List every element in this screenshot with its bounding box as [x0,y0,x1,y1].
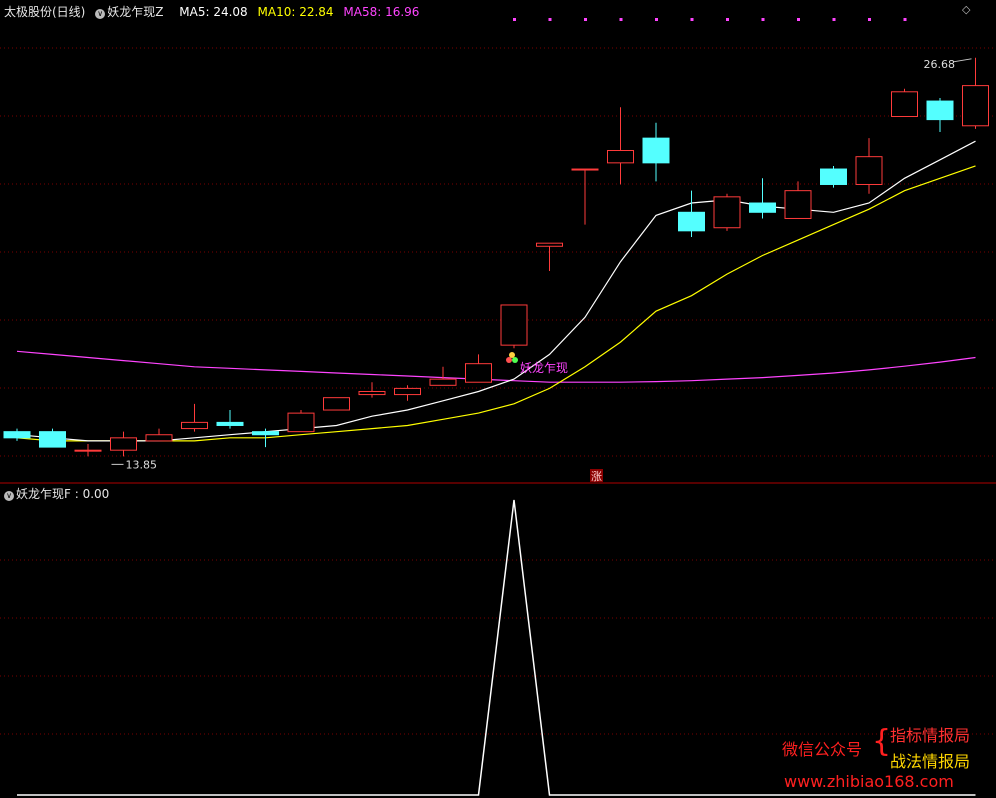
candle-body [678,211,705,232]
main-header: 太极股份(日线) ∨ 妖龙乍现Z MA5: 24.08 MA10: 22.84 M… [4,3,425,20]
high-arrow [953,58,972,63]
candle-body [500,304,528,346]
watermark-line1: 指标情报局 [890,726,971,745]
main-grid [0,47,996,457]
low-label: 13.85 [126,458,158,471]
ma58-line [16,350,976,383]
ma5-series [16,140,976,442]
watermark-left: 微信公众号 [782,740,863,759]
stock-title: 太极股份(日线) [4,5,86,19]
candle-body [39,431,66,448]
candle-body [962,85,989,127]
chevron-icon[interactable]: ∨ [4,491,14,501]
signal-dot [509,352,515,358]
watermark: 微信公众号 { 指标情报局 战法情报局 www.zhibiao168.com [782,720,992,796]
annotations: 26.68 13.85 妖龙乍现涨 [111,58,972,483]
candle-body [642,137,670,164]
candle-body [891,91,918,118]
ma10-line [16,165,976,442]
chart-canvas[interactable]: 26.68 13.85 妖龙乍现涨 [0,0,996,798]
candle-body [287,412,315,433]
candle-body [3,431,31,439]
watermark-line2: 战法情报局 [890,752,971,771]
top-dots [513,18,907,21]
candlestick-series [3,57,989,457]
candle-body [216,421,244,426]
top-dot [726,18,729,21]
top-dot [513,18,516,21]
signal-label: 妖龙乍现 [520,360,568,375]
candle-body [713,196,741,229]
signal-dot [512,357,518,363]
candle-body [74,449,102,452]
top-dot [903,18,907,21]
candle-body [465,363,492,383]
high-label: 26.68 [924,58,956,71]
candle-body [855,156,883,185]
candle-body [358,390,386,396]
top-dot [868,18,871,21]
top-dot [690,18,694,21]
watermark-brace: { [872,724,892,759]
top-dot [619,18,623,21]
sub-header: ∨ 妖龙乍现F : 0.00 [4,485,115,502]
top-dot [797,18,800,21]
top-dot [655,18,658,21]
sub-indicator-title: 妖龙乍现F : 0.00 [16,487,110,501]
top-dot [832,18,836,21]
ma5-line [16,140,976,442]
candle-body [820,168,847,185]
watermark-url: www.zhibiao168.com [784,772,954,791]
chevron-icon[interactable]: ∨ [95,9,106,19]
candle-body [784,190,812,219]
ma10-value: MA10: 22.84 [257,5,334,19]
candle-body [252,431,279,436]
ma58-series [16,350,976,383]
candle-body [429,378,457,386]
candle-body [110,437,137,451]
candle-body [536,242,563,247]
candle-body [181,421,208,430]
top-dot [548,18,552,21]
limit-up-label: 涨 [591,470,602,483]
candle-body [323,397,350,411]
diamond-icon[interactable]: ◇ [962,3,970,16]
top-dot [584,18,587,21]
sub-grid [0,559,996,735]
top-dot [761,18,765,21]
ma5-value: MA5: 24.08 [179,5,248,19]
ma10-series [16,165,976,442]
candle-body [394,387,421,396]
candle-body [607,149,634,164]
ma58-value: MA58: 16.96 [343,5,420,19]
candle-body [571,168,599,171]
signal-dot [506,357,512,363]
candle-body [145,434,173,442]
candle-body [749,202,776,213]
indicator-title: ∨ 妖龙乍现Z [95,5,173,19]
candle-body [926,100,954,121]
